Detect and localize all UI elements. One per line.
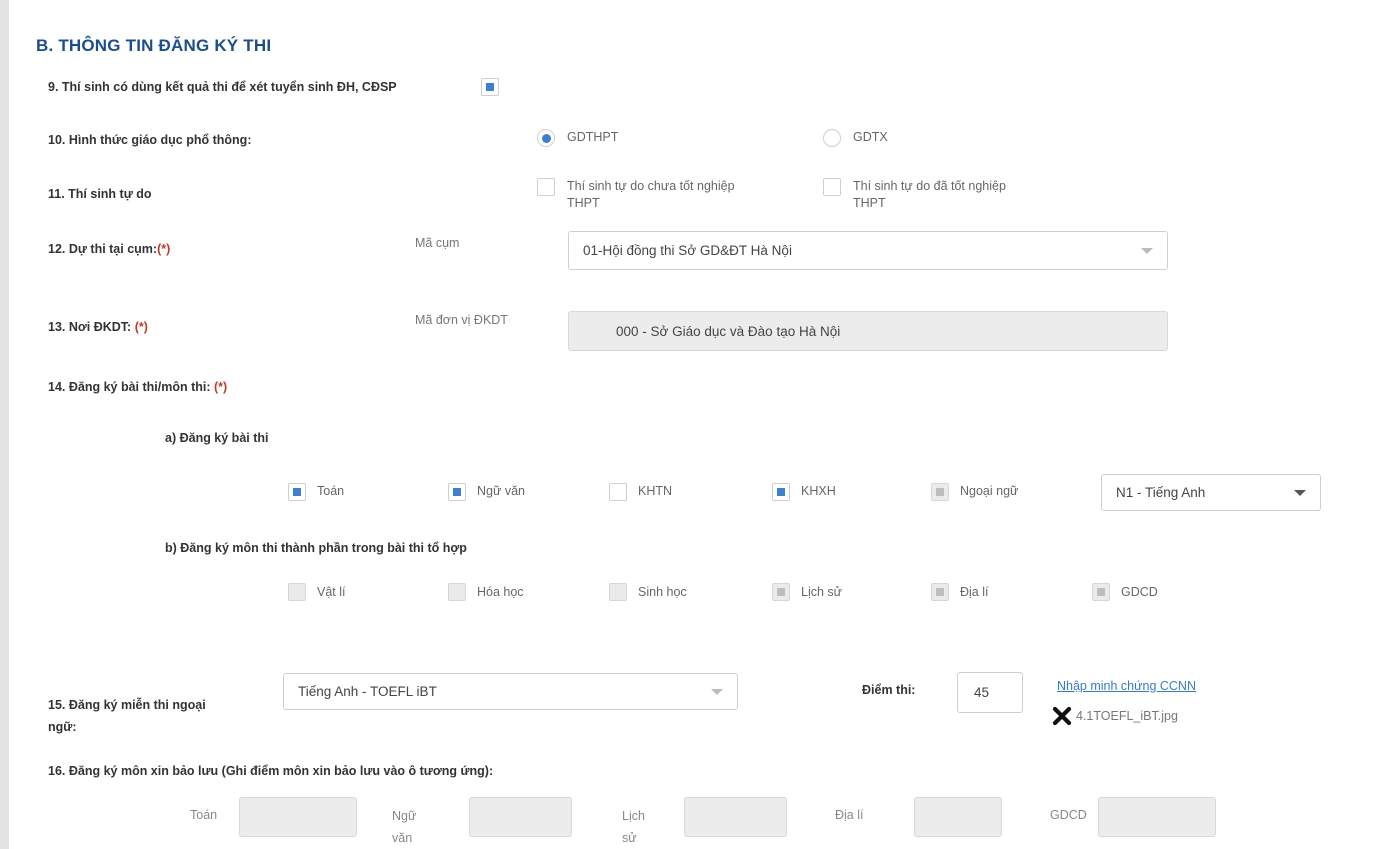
cluster-select-value: 01-Hội đồng thi Sở GD&ĐT Hà Nội [583, 243, 792, 258]
chevron-down-icon [1141, 247, 1153, 254]
language-select-value: N1 - Tiếng Anh [1116, 485, 1206, 500]
khxh-label: KHXH [801, 484, 836, 498]
q12-label: 12. Dự thi tại cụm:(*) [48, 242, 171, 256]
registration-unit-code-label: Mã đơn vị ĐKDT [415, 313, 508, 327]
khtn-label: KHTN [638, 484, 673, 498]
lich-su-label: Lịch sử [801, 585, 843, 599]
checkbox-sinh-hoc [609, 583, 627, 601]
radio-gdtx[interactable] [823, 129, 841, 147]
toan-label: Toán [317, 484, 345, 498]
attached-file: 4.1TOEFL_iBT.jpg [1052, 706, 1178, 726]
remove-file-icon[interactable] [1052, 706, 1072, 726]
free-not-graduated-label: Thí sinh tự do chưa tốt nghiệp THPT [567, 179, 735, 210]
sinh-hoc-label: Sinh học [638, 585, 687, 599]
ngoai-ngu-label: Ngoại ngữ [960, 484, 1019, 498]
q14-label: 14. Đăng ký bài thi/môn thi: (*) [48, 380, 228, 394]
reserve-dia-li-field [914, 797, 1002, 837]
reserve-ngu-van-label: Ngữ văn [392, 809, 417, 845]
language-select[interactable]: N1 - Tiếng Anh [1101, 474, 1321, 511]
registration-unit-field: 000 - Sở Giáo dục và Đào tạo Hà Nội [568, 311, 1168, 351]
checkbox-lich-su [772, 583, 790, 601]
reserve-gdcd-label: GDCD [1050, 808, 1087, 822]
reserve-gdcd-field [1098, 797, 1216, 837]
required-mark: (*) [157, 242, 171, 256]
free-graduated-label: Thí sinh tự do đã tốt nghiệp THPT [853, 179, 1006, 210]
vat-li-label: Vật lí [317, 585, 346, 599]
checkbox-ngoai-ngu [931, 483, 949, 501]
checkbox-dia-li [931, 583, 949, 601]
score-input[interactable]: 45 [957, 672, 1023, 713]
radio-gdthpt-label: GDTHPT [567, 130, 619, 144]
q13-label: 13. Nơi ĐKDT: (*) [48, 320, 148, 334]
q11-label: 11. Thí sinh tự do [48, 187, 152, 201]
gdcd-label: GDCD [1121, 585, 1158, 599]
checkbox-vat-li [288, 583, 306, 601]
q14a-label: a) Đăng ký bài thi [165, 431, 269, 445]
reserve-ngu-van-field [469, 797, 572, 837]
ngu-van-label: Ngữ văn [477, 484, 525, 498]
checkbox-hoa-hoc [448, 583, 466, 601]
checkbox-toan[interactable] [288, 483, 306, 501]
chevron-down-icon [711, 688, 723, 695]
reserve-toan-field [239, 797, 357, 837]
checkbox-ngu-van[interactable] [448, 483, 466, 501]
chevron-down-icon [1294, 489, 1306, 496]
language-exemption-select[interactable]: Tiếng Anh - TOEFL iBT [283, 673, 738, 710]
cluster-select[interactable]: 01-Hội đồng thi Sở GD&ĐT Hà Nội [568, 231, 1168, 270]
radio-gdthpt[interactable] [537, 129, 555, 147]
reserve-lich-su-label: Lịch sử [622, 809, 645, 845]
q14b-label: b) Đăng ký môn thi thành phần trong bài … [165, 541, 467, 555]
file-name: 4.1TOEFL_iBT.jpg [1076, 708, 1178, 723]
checkbox-free-not-graduated[interactable] [537, 178, 555, 196]
language-exemption-value: Tiếng Anh - TOEFL iBT [298, 684, 437, 699]
hoa-hoc-label: Hóa học [477, 585, 524, 599]
q9-label: 9. Thí sinh có dùng kết quả thi để xét t… [48, 80, 397, 94]
score-label: Điểm thi: [862, 683, 916, 697]
required-mark: (*) [214, 380, 228, 394]
dia-li-label: Địa lí [960, 585, 989, 599]
q10-label: 10. Hình thức giáo dục phổ thông: [48, 133, 252, 147]
q15-label: 15. Đăng ký miễn thi ngoại ngữ: [48, 698, 206, 734]
cluster-code-label: Mã cụm [415, 236, 460, 250]
checkbox-khxh[interactable] [772, 483, 790, 501]
reserve-dia-li-label: Địa lí [835, 808, 864, 822]
required-mark: (*) [134, 320, 148, 334]
checkbox-gdcd [1092, 583, 1110, 601]
section-title: B. THÔNG TIN ĐĂNG KÝ THI [36, 36, 272, 55]
upload-certificate-link[interactable]: Nhập minh chứng CCNN [1057, 679, 1196, 693]
checkbox-khtn[interactable] [609, 483, 627, 501]
reserve-toan-label: Toán [190, 808, 218, 822]
left-border [0, 0, 9, 849]
radio-gdtx-label: GDTX [853, 130, 888, 144]
checkbox-free-graduated[interactable] [823, 178, 841, 196]
reserve-lich-su-field [684, 797, 787, 837]
q9-checkbox[interactable] [481, 78, 499, 96]
q16-label: 16. Đăng ký môn xin bảo lưu (Ghi điểm mô… [48, 764, 494, 778]
